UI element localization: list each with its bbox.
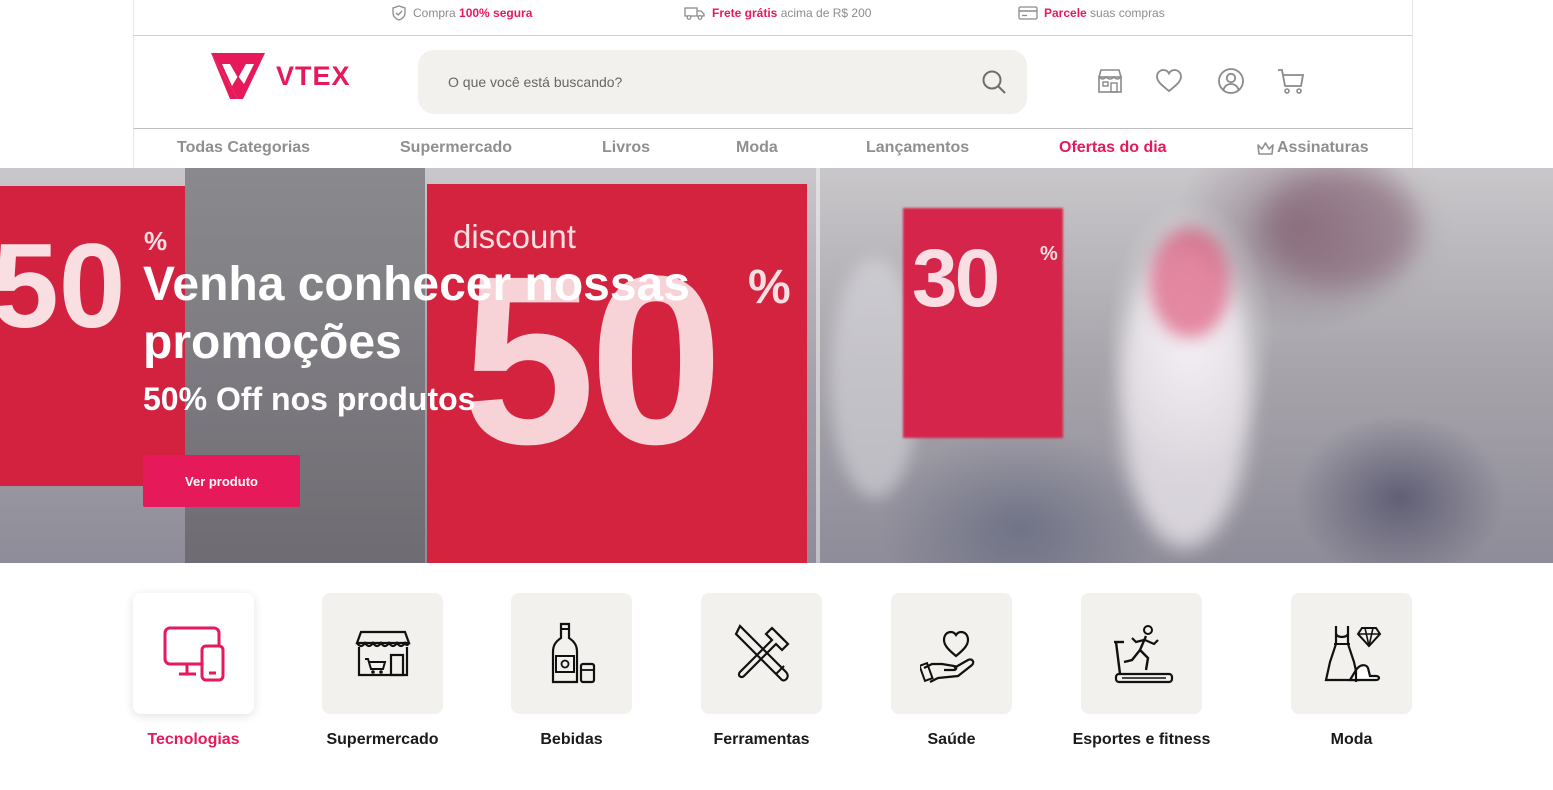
heart-icon[interactable] [1155,67,1183,95]
search-icon[interactable] [981,69,1007,95]
category-label: Moda [1330,731,1373,748]
perk-shipping: Frete grátis acima de R$ 200 [684,5,871,21]
perk-shipping-highlight: Frete grátis [712,6,778,20]
cart-icon[interactable] [1277,67,1305,95]
perk-shipping-suffix: acima de R$ 200 [777,6,872,20]
banner-blur-shape [1150,228,1230,338]
category-label: Bebidas [540,731,603,748]
banner-blur-shape [1260,168,1420,288]
category-saude[interactable]: Saúde [891,593,1012,748]
perk-secure: Compra 100% segura [391,5,532,21]
shield-check-icon [392,5,406,21]
heart-hand-icon [919,630,974,683]
sign-right-number: 30 [912,233,1000,324]
perks-bar: Compra 100% segura Frete grátis acima de… [133,0,1413,36]
category-label: Supermercado [326,731,439,748]
banner-divider [816,168,820,563]
category-tile[interactable] [133,593,254,714]
logo-text: VTEX [276,60,351,91]
category-tile[interactable] [891,593,1012,714]
category-moda[interactable]: Moda [1291,593,1412,748]
search-input[interactable] [448,70,948,94]
perk-installments: Parcele suas compras [1018,5,1165,21]
perk-installments-suffix: suas compras [1086,6,1165,20]
category-nav: Todas Categorias Supermercado Livros Mod… [133,129,1413,168]
devices-icon [163,626,224,681]
nav-item-moda[interactable]: Moda [736,139,778,157]
nav-item-supermercado[interactable]: Supermercado [400,139,512,157]
nav-item-lancamentos[interactable]: Lançamentos [866,139,969,157]
category-tile[interactable] [1291,593,1412,714]
category-label: Tecnologias [147,731,240,748]
sign-left-percent: % [144,226,168,256]
market-stall-icon [354,630,411,676]
hero-banner[interactable]: 50 % discount 50 % 30 % Venha conhecer n… [0,168,1553,563]
category-supermercado[interactable]: Supermercado [322,593,443,748]
category-esportes-e-fitness[interactable]: Esportes e fitness [1073,593,1210,748]
sign-right-percent: % [1040,243,1058,265]
category-tile[interactable] [511,593,632,714]
search-bar [418,50,1027,114]
category-ferramentas[interactable]: Ferramentas [701,593,822,748]
category-tile[interactable] [322,593,443,714]
crown-icon [1257,141,1274,155]
credit-card-icon [1018,6,1038,20]
category-label: Ferramentas [713,731,810,748]
treadmill-icon [1113,624,1173,683]
category-tecnologias[interactable]: Tecnologias [133,593,254,748]
store-icon[interactable] [1096,67,1124,95]
category-label: Esportes e fitness [1072,731,1211,748]
sign-center-percent: % [748,261,791,314]
perk-installments-highlight: Parcele [1044,6,1087,20]
banner-subtitle: 50% Off nos produtos [143,381,476,417]
page: Compra 100% segura Frete grátis acima de… [0,0,1553,790]
tools-icon [734,623,790,681]
user-icon[interactable] [1217,67,1245,95]
perk-secure-prefix: Compra [413,6,460,20]
banner-title: Venha conhecer nossas promoções [143,258,690,369]
dress-heel-icon [1324,625,1381,682]
vtex-logo-icon [211,53,265,99]
nav-item-todas-categorias[interactable]: Todas Categorias [177,139,310,157]
category-label: Saúde [927,731,976,748]
ver-produto-button[interactable]: Ver produto [143,455,300,507]
site-header: VTEX [133,36,1413,129]
perk-secure-highlight: 100% segura [459,6,533,20]
category-bebidas[interactable]: Bebidas [511,593,632,748]
logo-link[interactable]: VTEX [208,50,351,102]
truck-icon [684,7,705,20]
nav-item-assinaturas-label: Assinaturas [1277,139,1369,156]
category-tile[interactable] [1081,593,1202,714]
nav-item-livros[interactable]: Livros [602,139,650,157]
nav-item-assinaturas[interactable]: Assinaturas [1256,139,1369,157]
bottle-icon [551,622,595,683]
sign-left-number: 50 [0,219,126,353]
category-tile[interactable] [701,593,822,714]
nav-item-ofertas-do-dia[interactable]: Ofertas do dia [1059,139,1167,157]
